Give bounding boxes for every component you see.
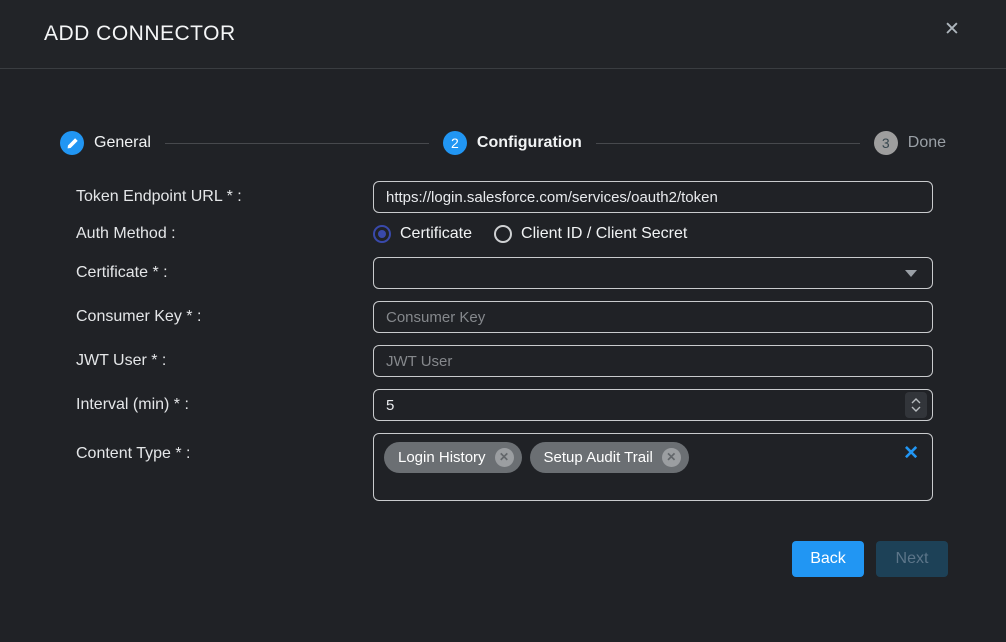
auth-method-label: Auth Method : bbox=[76, 225, 373, 243]
step-configuration-label: Configuration bbox=[477, 134, 582, 152]
dialog-title: ADD CONNECTOR bbox=[44, 22, 236, 46]
token-endpoint-label: Token Endpoint URL * : bbox=[76, 188, 373, 206]
step-done-label: Done bbox=[908, 134, 946, 152]
certificate-row: Certificate * : bbox=[76, 257, 1006, 289]
close-icon[interactable]: ✕ bbox=[940, 18, 964, 42]
wizard-stepper: General 2 Configuration 3 Done bbox=[60, 131, 946, 155]
chip-login-history: Login History ✕ bbox=[384, 442, 522, 473]
back-button[interactable]: Back bbox=[792, 541, 864, 577]
consumer-key-row: Consumer Key * : bbox=[76, 301, 1006, 333]
add-connector-dialog: ADD CONNECTOR ✕ General 2 Configuration … bbox=[0, 0, 1006, 642]
stepper-connector bbox=[596, 143, 860, 144]
chip-remove-icon[interactable]: ✕ bbox=[662, 448, 681, 467]
certificate-select[interactable] bbox=[373, 257, 933, 289]
interval-input[interactable] bbox=[373, 389, 933, 421]
content-type-label: Content Type * : bbox=[76, 445, 373, 463]
content-type-row: Content Type * : Login History ✕ Setup A… bbox=[76, 433, 1006, 501]
token-endpoint-input[interactable] bbox=[373, 181, 933, 213]
step-general-label: General bbox=[94, 134, 151, 152]
chevron-down-icon[interactable] bbox=[911, 406, 921, 412]
jwt-user-row: JWT User * : bbox=[76, 345, 1006, 377]
next-button[interactable]: Next bbox=[876, 541, 948, 577]
number-spinner[interactable] bbox=[905, 392, 927, 418]
interval-row: Interval (min) * : bbox=[76, 389, 1006, 421]
radio-certificate[interactable]: Certificate bbox=[373, 225, 472, 243]
step-general[interactable]: General bbox=[60, 131, 151, 155]
token-endpoint-row: Token Endpoint URL * : bbox=[76, 181, 1006, 213]
dialog-footer: Back Next bbox=[792, 541, 948, 577]
radio-client-id-secret-label: Client ID / Client Secret bbox=[521, 225, 687, 243]
radio-client-id-secret[interactable]: Client ID / Client Secret bbox=[494, 225, 687, 243]
jwt-user-label: JWT User * : bbox=[76, 352, 373, 370]
step-done-circle: 3 bbox=[874, 131, 898, 155]
step-done: 3 Done bbox=[874, 131, 946, 155]
step-configuration[interactable]: 2 Configuration bbox=[443, 131, 582, 155]
jwt-user-input[interactable] bbox=[373, 345, 933, 377]
consumer-key-input[interactable] bbox=[373, 301, 933, 333]
edit-icon bbox=[66, 137, 79, 150]
chip-remove-icon[interactable]: ✕ bbox=[495, 448, 514, 467]
certificate-label: Certificate * : bbox=[76, 264, 373, 282]
interval-label: Interval (min) * : bbox=[76, 396, 373, 414]
consumer-key-label: Consumer Key * : bbox=[76, 308, 373, 326]
chip-setup-audit-trail-label: Setup Audit Trail bbox=[544, 449, 653, 466]
radio-certificate-circle[interactable] bbox=[373, 225, 391, 243]
chip-login-history-label: Login History bbox=[398, 449, 486, 466]
radio-certificate-label: Certificate bbox=[400, 225, 472, 243]
step-general-circle bbox=[60, 131, 84, 155]
chevron-down-icon[interactable] bbox=[905, 270, 917, 277]
auth-method-options: Certificate Client ID / Client Secret bbox=[373, 225, 933, 243]
content-type-multiselect[interactable]: Login History ✕ Setup Audit Trail ✕ bbox=[373, 433, 933, 501]
chevron-up-icon[interactable] bbox=[911, 398, 921, 404]
radio-client-id-secret-circle[interactable] bbox=[494, 225, 512, 243]
configuration-form: Token Endpoint URL * : Auth Method : Cer… bbox=[76, 181, 1006, 501]
stepper-connector bbox=[165, 143, 429, 144]
clear-all-icon[interactable]: ✕ bbox=[903, 444, 919, 464]
step-configuration-circle: 2 bbox=[443, 131, 467, 155]
dialog-header: ADD CONNECTOR ✕ bbox=[0, 0, 1006, 69]
auth-method-row: Auth Method : Certificate Client ID / Cl… bbox=[76, 225, 1006, 243]
chip-setup-audit-trail: Setup Audit Trail ✕ bbox=[530, 442, 689, 473]
